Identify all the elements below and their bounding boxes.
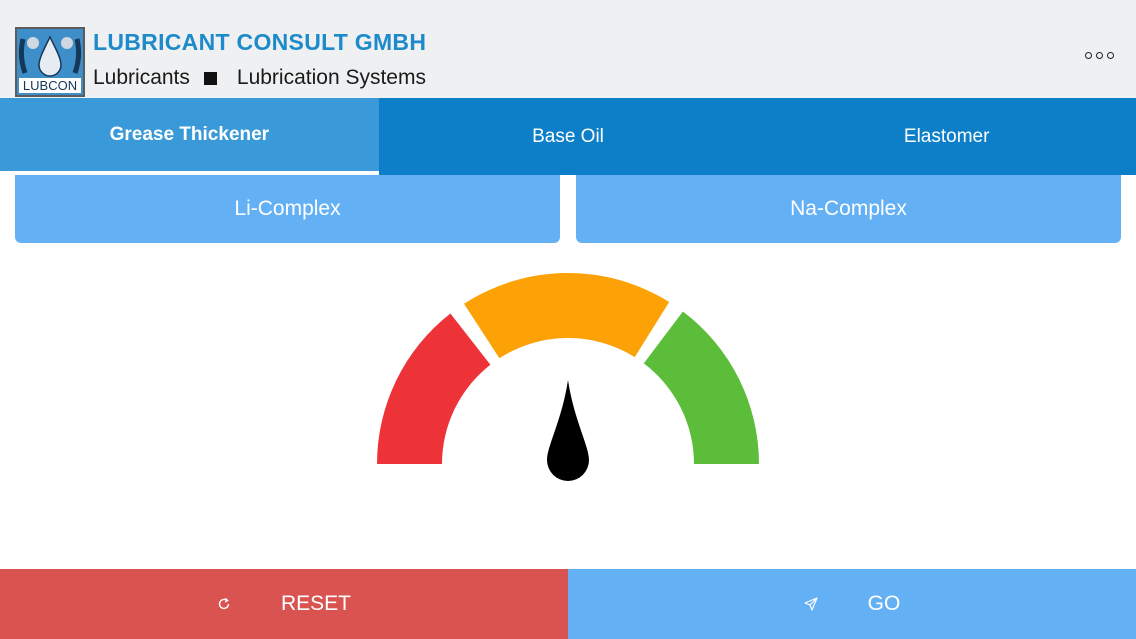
menu-dot bbox=[1096, 52, 1103, 59]
gauge-segment-red bbox=[377, 313, 491, 464]
go-button[interactable]: GO bbox=[568, 569, 1136, 639]
tagline-lubrication-systems: Lubrication Systems bbox=[236, 66, 426, 89]
svg-text:LUBCON: LUBCON bbox=[23, 78, 77, 93]
category-tabs: Grease Thickener Base Oil Elastomer bbox=[0, 98, 1136, 175]
tab-base-oil[interactable]: Base Oil bbox=[379, 98, 758, 175]
compatibility-gauge bbox=[368, 262, 768, 507]
reset-label: RESET bbox=[280, 592, 351, 615]
tagline-lubricants: Lubricants bbox=[93, 66, 190, 89]
reset-button[interactable]: RESET bbox=[0, 569, 568, 639]
tab-grease-thickener[interactable]: Grease Thickener bbox=[0, 98, 379, 175]
refresh-icon bbox=[217, 597, 231, 611]
na-complex-button[interactable]: Na-Complex bbox=[576, 175, 1121, 243]
option-buttons: Li-Complex Na-Complex bbox=[15, 175, 1121, 243]
more-options-icon[interactable] bbox=[1085, 52, 1114, 59]
tagline-separator bbox=[203, 71, 217, 85]
gauge-needle bbox=[547, 380, 589, 481]
gauge-segment-orange bbox=[464, 272, 670, 359]
app-header: LUBCON LUBRICANT CONSULT GMBH Lubricants… bbox=[0, 0, 1136, 98]
tagline: Lubricants Lubrication Systems bbox=[93, 66, 426, 90]
tab-elastomer[interactable]: Elastomer bbox=[757, 98, 1136, 175]
go-label: GO bbox=[867, 592, 901, 615]
company-name: LUBRICANT CONSULT GMBH bbox=[93, 29, 427, 55]
gauge-segment-green bbox=[643, 311, 759, 464]
lubcon-logo: LUBCON bbox=[15, 27, 85, 97]
menu-dot bbox=[1107, 52, 1114, 59]
send-icon bbox=[804, 597, 818, 611]
li-complex-button[interactable]: Li-Complex bbox=[15, 175, 560, 243]
menu-dot bbox=[1085, 52, 1092, 59]
footer-actions: RESET GO bbox=[0, 569, 1136, 639]
